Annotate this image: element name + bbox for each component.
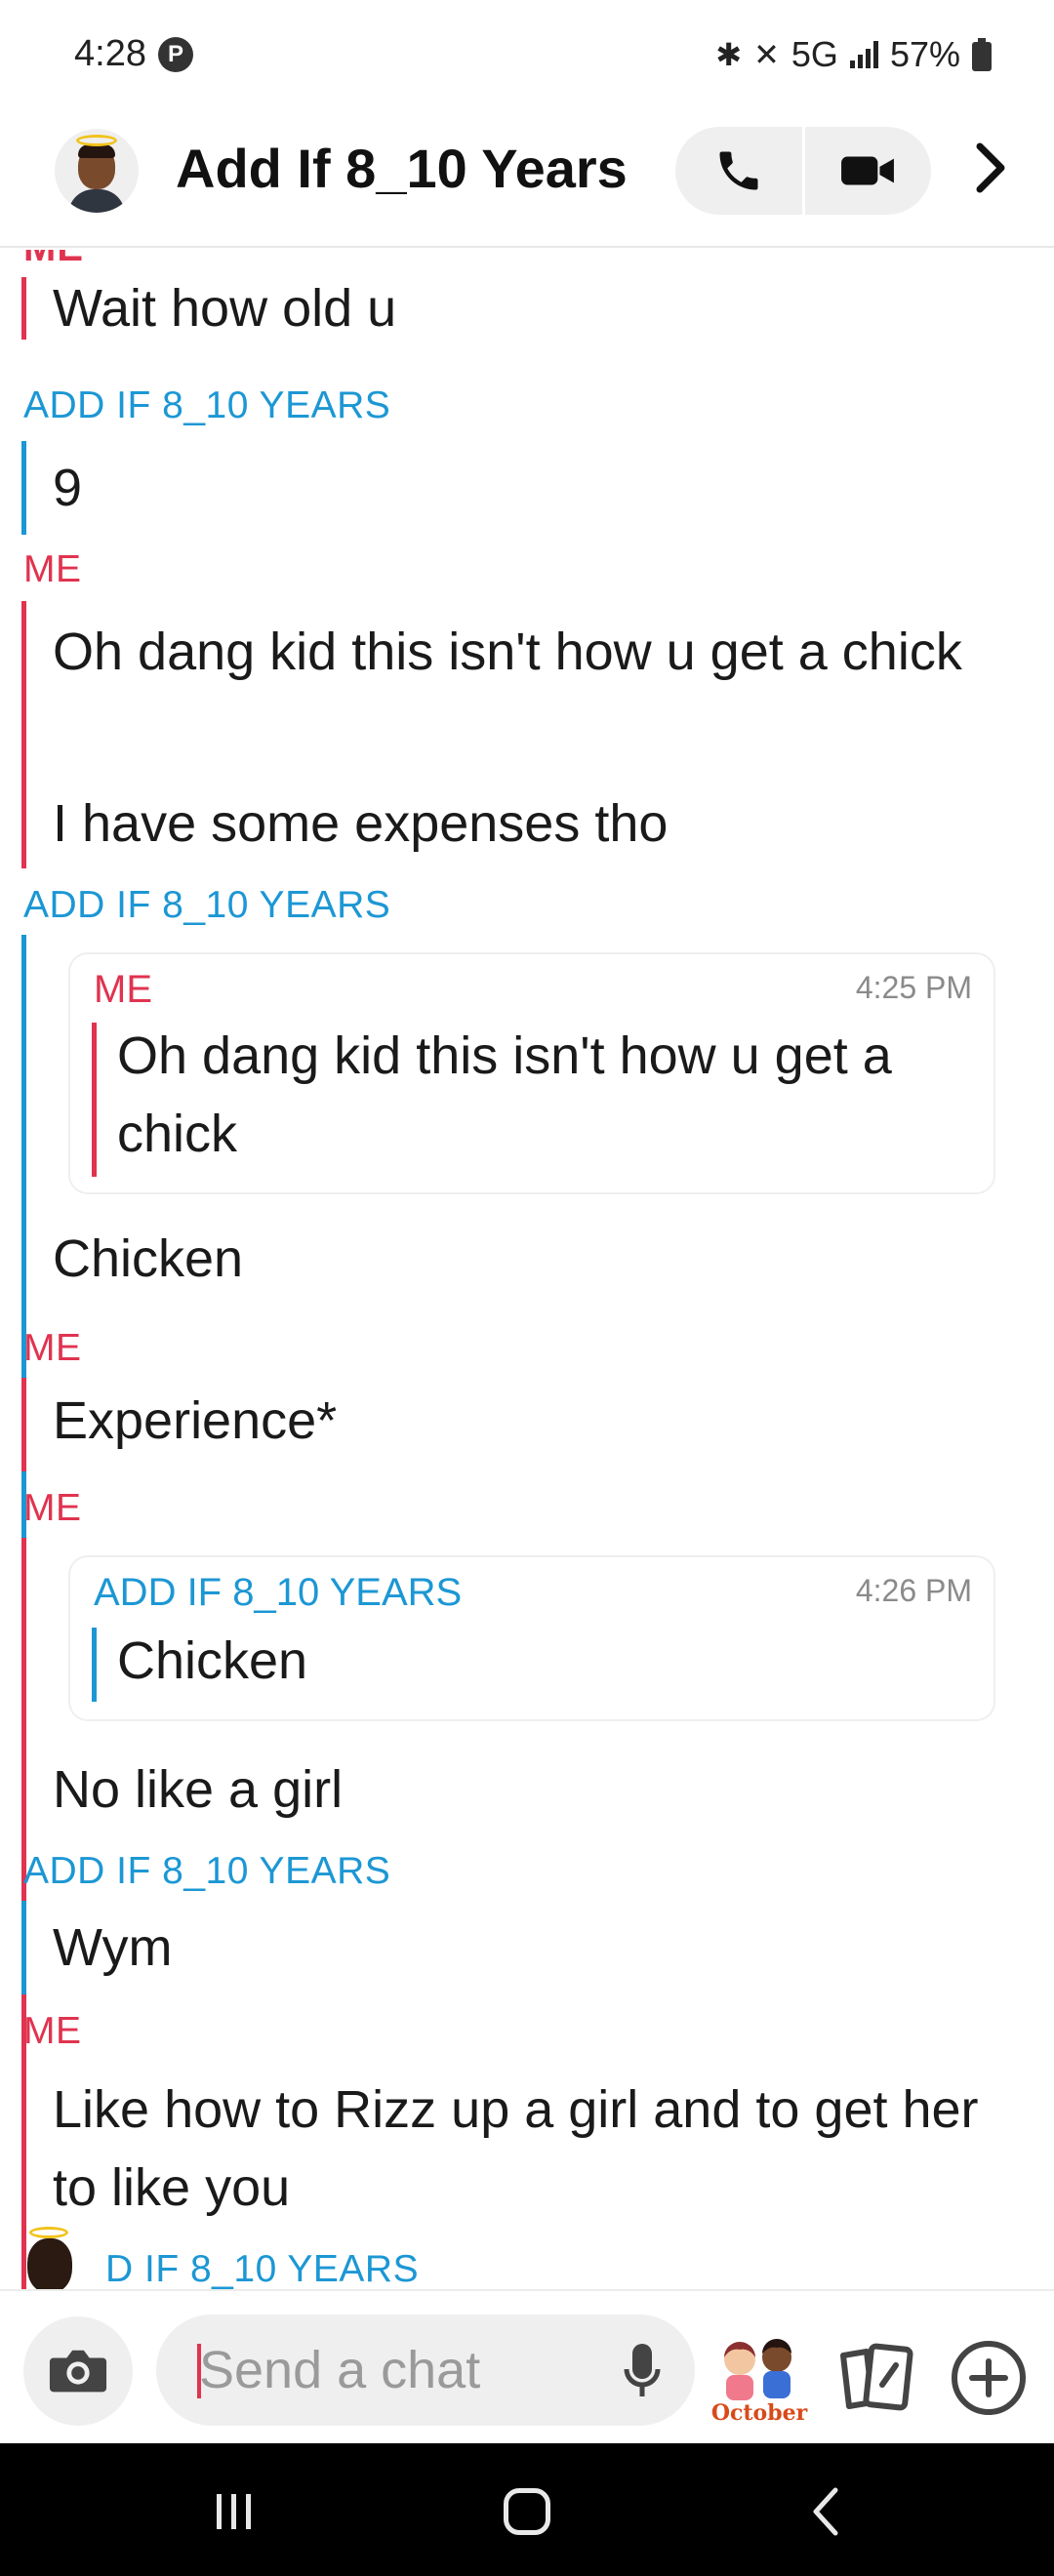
message-text[interactable]: 9 bbox=[53, 449, 82, 527]
quoted-text: Chicken bbox=[117, 1631, 308, 1690]
pinterest-icon: P bbox=[158, 37, 193, 72]
signal-icon bbox=[849, 41, 878, 68]
quoted-bar bbox=[92, 1023, 97, 1177]
typing-avatar bbox=[16, 2225, 84, 2293]
sender-bar bbox=[21, 1901, 26, 1994]
avatar[interactable] bbox=[55, 129, 139, 213]
back-icon[interactable] bbox=[808, 2486, 843, 2537]
system-nav-bar bbox=[0, 2443, 1054, 2576]
chat-input-placeholder: Send a chat bbox=[199, 2341, 481, 2399]
sender-label: ME bbox=[23, 2010, 82, 2052]
sender-label: ME bbox=[23, 250, 84, 270]
chat-input-bar: Send a chat October bbox=[0, 2289, 1054, 2443]
status-bar: 4:28 P ✱ ✕ 5G 57% bbox=[0, 0, 1054, 115]
microphone-icon[interactable] bbox=[623, 2342, 662, 2400]
status-indicators: ✱ ✕ 5G 57% bbox=[715, 33, 992, 76]
message-text[interactable]: Chicken bbox=[53, 1220, 243, 1298]
mute-icon: ✕ bbox=[753, 37, 780, 72]
quoted-text: Oh dang kid this isn't how u get a chick bbox=[117, 1026, 892, 1163]
sender-label: ME bbox=[23, 548, 82, 590]
camera-icon bbox=[49, 2350, 107, 2393]
message-text[interactable]: Experience* bbox=[53, 1382, 337, 1460]
quoted-sender: ME bbox=[94, 968, 152, 1011]
status-time: 4:28 bbox=[74, 33, 146, 74]
phone-icon bbox=[719, 151, 758, 190]
quoted-sender: ADD IF 8_10 YEARS bbox=[94, 1571, 463, 1614]
quoted-message[interactable]: ME 4:25 PM Oh dang kid this isn't how u … bbox=[68, 952, 995, 1194]
sender-label: ADD IF 8_10 YEARS bbox=[23, 1850, 391, 1892]
add-icon[interactable] bbox=[949, 2338, 1029, 2418]
chat-header: Add If 8_10 Years bbox=[0, 115, 1054, 248]
message-text[interactable]: Like how to Rizz up a girl and to get he… bbox=[53, 2071, 1029, 2227]
sender-label: ME bbox=[23, 1487, 82, 1529]
bluetooth-icon: ✱ bbox=[715, 37, 743, 72]
sender-bar bbox=[21, 277, 26, 340]
quoted-time: 4:26 PM bbox=[855, 1573, 972, 1608]
quoted-message[interactable]: ADD IF 8_10 YEARS 4:26 PM Chicken bbox=[68, 1555, 995, 1721]
message-text[interactable]: Oh dang kid this isn't how u get a chick bbox=[53, 613, 990, 691]
call-buttons bbox=[675, 127, 931, 215]
sender-label: ADD IF 8_10 YEARS bbox=[23, 884, 391, 926]
video-camera-icon bbox=[841, 156, 895, 185]
sender-label: D IF 8_10 YEARS bbox=[105, 2248, 420, 2289]
message-text[interactable]: No like a girl bbox=[53, 1751, 343, 1829]
video-call-button[interactable] bbox=[805, 127, 932, 215]
chat-thread[interactable]: ME Wait how old u ADD IF 8_10 YEARS 9 ME… bbox=[0, 250, 1054, 2289]
sender-bar bbox=[21, 1378, 26, 1471]
camera-button[interactable] bbox=[23, 2316, 133, 2426]
voice-call-button[interactable] bbox=[675, 127, 802, 215]
network-type: 5G bbox=[790, 34, 838, 74]
message-text[interactable]: I have some expenses tho bbox=[53, 785, 668, 863]
chevron-right-icon[interactable] bbox=[966, 139, 1015, 197]
sender-bar bbox=[21, 441, 26, 535]
home-icon[interactable] bbox=[504, 2488, 550, 2535]
bitmoji-sticker-icon[interactable]: October bbox=[710, 2330, 808, 2428]
chat-input[interactable]: Send a chat bbox=[156, 2314, 695, 2426]
message-text[interactable]: Wait how old u bbox=[53, 269, 396, 347]
recent-apps-icon[interactable] bbox=[213, 2492, 256, 2531]
quoted-time: 4:25 PM bbox=[855, 970, 972, 1005]
sender-bar bbox=[21, 601, 26, 868]
message-text[interactable]: Wym bbox=[53, 1909, 172, 1987]
battery-percentage: 57% bbox=[889, 34, 960, 74]
sender-label: ADD IF 8_10 YEARS bbox=[23, 384, 391, 426]
sticker-text: October bbox=[711, 2400, 808, 2426]
chat-title[interactable]: Add If 8_10 Years bbox=[176, 137, 628, 200]
battery-icon bbox=[972, 38, 992, 71]
cards-icon[interactable] bbox=[837, 2342, 913, 2414]
sender-bar bbox=[21, 1538, 26, 2078]
quoted-bar bbox=[92, 1628, 97, 1702]
sender-label: ME bbox=[23, 1327, 82, 1369]
